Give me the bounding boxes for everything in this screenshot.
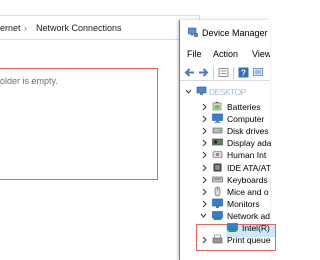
toolbar: ? [180,65,270,81]
ide-icon [213,163,222,171]
computer-root-icon [196,86,207,95]
tree-item-network-adapter[interactable]: Network ad [179,210,270,222]
battery-icon [212,101,222,111]
breadcrumb-separator[interactable]: › [24,23,27,33]
monitor-icon [212,198,223,208]
expand-chevron-icon[interactable] [201,176,208,184]
menu-bar: File Action View [180,48,270,62]
tree-item-printer[interactable]: Print queue [179,234,270,246]
tree-item-computer[interactable]: Computer [179,113,270,125]
tree-item-label: Intel(R) [242,223,270,233]
expand-chevron-icon[interactable] [201,188,208,196]
title-bar[interactable]: Device Manager [180,20,270,44]
device-manager-icon [188,27,198,37]
tree-item-label: Display ada [227,138,272,149]
tree-item-monitor[interactable]: Monitors [179,198,270,210]
tree-item-label: Keyboards [227,174,268,185]
expand-chevron-icon[interactable] [201,236,208,244]
tree-item-label: IDE ATA/AT [227,162,271,173]
tree-item-disk-drive[interactable]: Disk drives [179,125,270,137]
expand-chevron-icon[interactable] [201,200,208,208]
tree-item-keyboard[interactable]: Keyboards [179,174,270,186]
mouse-icon [214,186,221,196]
help-icon[interactable]: ? [238,67,249,78]
expand-chevron-icon[interactable] [201,115,208,123]
network-card-icon [227,223,238,232]
menu-view[interactable]: View [252,49,270,59]
empty-folder-message: older is empty. [0,76,58,86]
display-adapter-icon [212,138,223,146]
properties-icon[interactable] [218,67,229,78]
tree-item-label: Computer [227,114,265,125]
tree-item-label: Human Int [227,150,267,161]
disk-drive-icon [212,127,223,134]
expand-chevron-icon[interactable] [201,139,208,147]
tree-item-network-card[interactable]: Intel(R) [179,222,270,234]
svg-text:?: ? [241,69,246,78]
network-adapter-icon [212,211,223,220]
breadcrumb-parent[interactable]: ernet [0,23,21,33]
tree-item-label: Batteries [227,102,261,112]
back-icon[interactable] [184,67,195,78]
window-title: Device Manager [202,28,268,38]
tree-item-label: Print queue [227,235,271,246]
expand-chevron-icon[interactable] [201,151,208,159]
tree-item-ide[interactable]: IDE ATA/AT [179,162,271,174]
hid-icon [212,151,223,159]
forward-icon[interactable] [198,67,209,78]
tree-item-battery[interactable]: Batteries [179,101,270,113]
collapse-chevron-icon[interactable] [200,212,207,219]
scan-hardware-icon[interactable] [253,67,264,78]
computer-icon [212,113,223,124]
tree-item-hid[interactable]: Human Int [179,149,270,161]
tree-item-label: Disk drives [227,126,269,137]
tree-item-label: Monitors [227,198,260,209]
tree-root-computer[interactable]: DESKTOP [179,86,270,98]
breadcrumb-network-connections[interactable]: Network Connections [36,23,122,33]
menu-file[interactable]: File [187,49,202,59]
tree-item-display-adapter[interactable]: Display ada [179,137,272,149]
expand-chevron-icon[interactable] [201,127,208,135]
printer-icon [212,234,223,244]
tree-item-mouse[interactable]: Mice and o [179,186,270,198]
toolbar-divider [213,67,214,79]
collapse-chevron-icon[interactable] [185,88,192,95]
tree-item-label: Mice and o [227,186,269,197]
keyboard-icon [212,176,223,182]
tree-item-label: Network ad [227,210,270,221]
address-bar[interactable]: ernet › Network Connections [0,15,200,40]
expand-chevron-icon[interactable] [201,164,208,172]
expand-chevron-icon[interactable] [201,103,208,111]
menu-action[interactable]: Action [213,49,238,59]
root-label: DESKTOP [209,87,246,97]
toolbar-divider [233,67,234,79]
